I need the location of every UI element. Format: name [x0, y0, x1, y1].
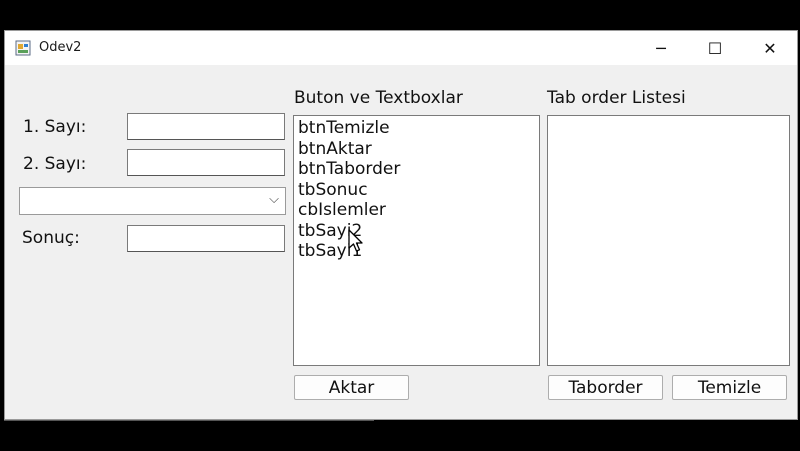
title-bar: Odev2 ─ ☐ ✕ [5, 31, 797, 65]
tab-order-listbox[interactable] [547, 115, 790, 366]
sayi2-label: 2. Sayı: [23, 154, 87, 174]
list-item[interactable]: tbSayi1 [298, 241, 535, 262]
sonuc-label: Sonuç: [22, 228, 80, 248]
chevron-down-icon[interactable]: ⌵ [269, 192, 279, 207]
maximize-button[interactable]: ☐ [689, 31, 741, 65]
background-divider [4, 420, 374, 421]
aktar-button[interactable]: Aktar [294, 375, 409, 400]
list-item[interactable]: tbSonuc [298, 180, 535, 201]
minimize-button[interactable]: ─ [635, 31, 687, 65]
maximize-icon: ☐ [707, 38, 723, 58]
operation-combobox[interactable]: ⌵ [19, 187, 286, 215]
taborder-button[interactable]: Taborder [548, 375, 663, 400]
temizle-button[interactable]: Temizle [672, 375, 787, 400]
app-window: Odev2 ─ ☐ ✕ 1. Sayı: 2. Sayı: ⌵ Sonuç: B… [4, 30, 798, 420]
controls-list-heading: Buton ve Textboxlar [294, 88, 463, 108]
list-item[interactable]: btnTaborder [298, 159, 535, 180]
list-item[interactable]: tbSayi2 [298, 221, 535, 242]
window-title: Odev2 [39, 40, 82, 55]
mouse-cursor-icon [348, 229, 363, 252]
app-icon [15, 40, 31, 56]
close-button[interactable]: ✕ [744, 31, 796, 65]
sonuc-input[interactable] [127, 225, 285, 252]
list-item[interactable]: btnAktar [298, 139, 535, 160]
close-icon: ✕ [763, 38, 777, 58]
tab-order-list-heading: Tab order Listesi [547, 88, 686, 108]
sayi1-input[interactable] [127, 113, 285, 140]
controls-listbox[interactable]: btnTemizle btnAktar btnTaborder tbSonuc … [293, 115, 540, 366]
sayi1-label: 1. Sayı: [23, 117, 87, 137]
sayi2-input[interactable] [127, 149, 285, 176]
list-item[interactable]: btnTemizle [298, 118, 535, 139]
minimize-icon: ─ [656, 38, 666, 58]
list-item[interactable]: cbIslemler [298, 200, 535, 221]
